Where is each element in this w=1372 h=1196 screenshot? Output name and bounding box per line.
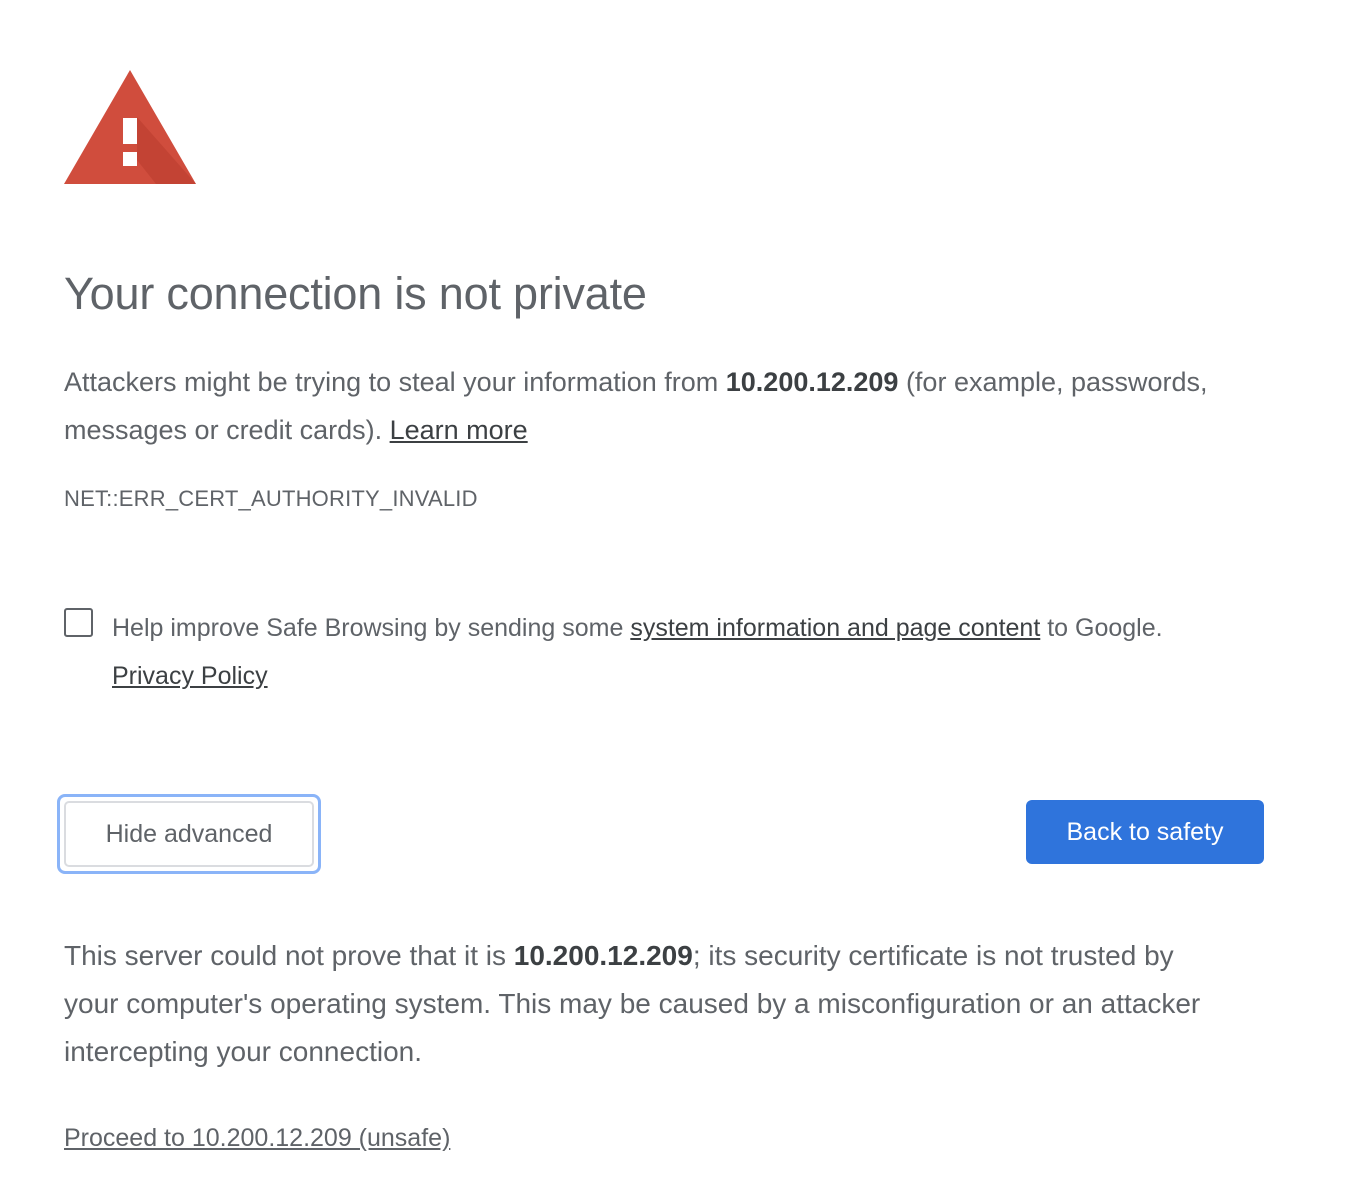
- safe-browsing-checkbox[interactable]: [64, 608, 93, 637]
- system-information-link[interactable]: system information and page content: [630, 614, 1040, 642]
- proceed-unsafe-link[interactable]: Proceed to 10.200.12.209 (unsafe): [64, 1124, 450, 1153]
- privacy-policy-link[interactable]: Privacy Policy: [112, 662, 268, 690]
- hide-advanced-button[interactable]: Hide advanced: [64, 801, 314, 867]
- explanation-paragraph: Attackers might be trying to steal your …: [64, 358, 1264, 454]
- explanation-text: Attackers might be trying to steal your …: [64, 367, 726, 397]
- back-to-safety-button[interactable]: Back to safety: [1026, 800, 1264, 864]
- details-paragraph: This server could not prove that it is 1…: [64, 932, 1204, 1076]
- interstitial-page: Your connection is not private Attackers…: [0, 0, 1372, 1196]
- host-name: 10.200.12.209: [725, 367, 899, 397]
- optin-text: Help improve Safe Browsing by sending so…: [112, 614, 631, 642]
- optin-text-continued: to Google.: [1040, 614, 1163, 642]
- page-title: Your connection is not private: [64, 268, 647, 319]
- optin-label: Help improve Safe Browsing by sending so…: [112, 604, 1302, 700]
- details-host-name: 10.200.12.209: [513, 940, 693, 971]
- details-text: This server could not prove that it is: [64, 940, 514, 971]
- warning-triangle-icon: [64, 70, 196, 184]
- learn-more-link[interactable]: Learn more: [390, 415, 528, 445]
- safe-browsing-optin: Help improve Safe Browsing by sending so…: [64, 604, 1304, 704]
- error-code: NET::ERR_CERT_AUTHORITY_INVALID: [64, 486, 478, 511]
